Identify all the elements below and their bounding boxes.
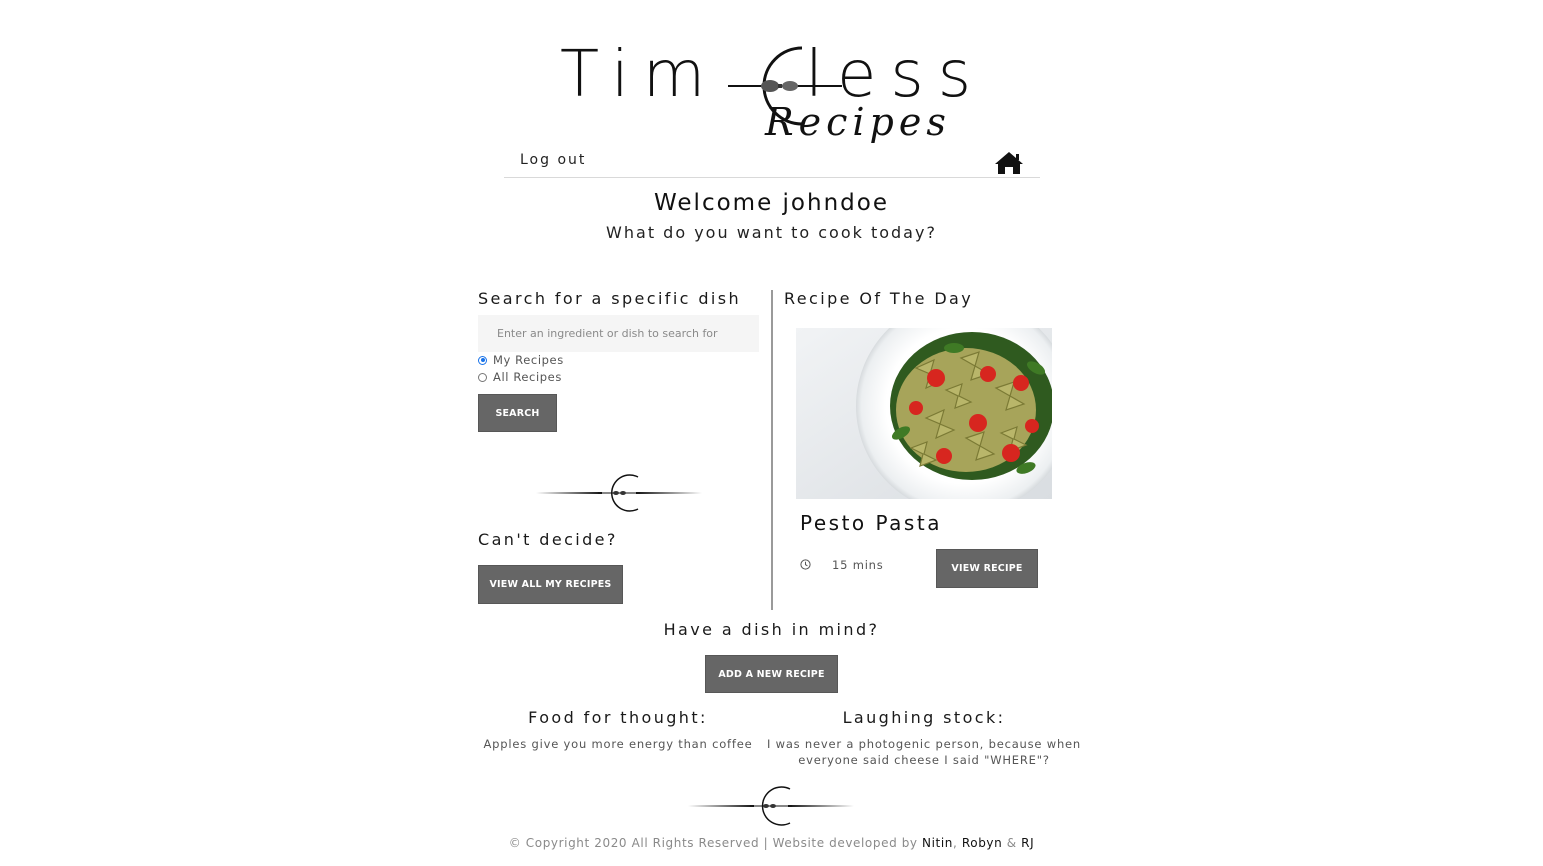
footer-copyright: © Copyright 2020 All Rights Reserved | W… [0,836,1543,850]
food-for-thought-heading: Food for thought: [528,708,708,727]
developer-link-nitin[interactable]: Nitin [922,836,953,850]
recipe-title: Pesto Pasta [800,511,942,535]
footer-comma: , [953,836,958,850]
food-for-thought-text: Apples give you more energy than coffee [483,737,753,751]
recipe-image-pesto-pasta[interactable] [796,328,1052,499]
radio-all-recipes[interactable]: All Recipes [478,370,562,384]
footer-plate-divider-icon [688,786,854,826]
laughing-stock-text: I was never a photogenic person, because… [764,736,1084,768]
cook-time: 15 mins [832,558,884,572]
home-icon[interactable] [994,151,1024,175]
joke-line-2: everyone said cheese I said "WHERE"? [798,753,1050,767]
welcome-heading: Welcome johndoe [654,190,889,216]
column-divider [771,290,773,610]
logo-subtitle: Recipes [765,100,951,144]
view-recipe-button[interactable]: View recipe [936,549,1038,588]
radio-my-recipes[interactable]: My Recipes [478,353,564,367]
developer-link-robyn[interactable]: Robyn [962,836,1002,850]
radio-button[interactable] [478,372,487,382]
welcome-tagline: What do you want to cook today? [606,223,937,242]
search-heading: Search for a specific dish [478,289,742,308]
search-button[interactable]: Search [478,394,557,432]
footer-ampersand: & [1006,836,1017,850]
footer-text: © Copyright 2020 All Rights Reserved | W… [508,836,918,850]
dish-in-mind-heading: Have a dish in mind? [663,620,880,639]
radio-label: My Recipes [493,353,564,367]
plate-divider-icon [536,474,702,512]
recipe-of-the-day-heading: Recipe Of The Day [784,289,974,308]
add-new-recipe-button[interactable]: Add a new recipe [705,655,838,693]
radio-label: All Recipes [493,370,562,384]
view-all-my-recipes-button[interactable]: View all my recipes [478,565,623,604]
search-input[interactable] [478,315,759,352]
joke-line-1: I was never a photogenic person, because… [766,737,1082,751]
top-nav: Log out [504,144,1040,178]
site-logo[interactable]: Tim less Recipes [560,36,990,154]
radio-button-selected[interactable] [478,355,487,365]
developer-link-rj[interactable]: RJ [1021,836,1034,850]
cant-decide-heading: Can't decide? [478,530,618,549]
logout-link[interactable]: Log out [520,152,586,168]
clock-icon [800,559,811,570]
pasta-photo-illustration [796,328,1052,499]
laughing-stock-heading: Laughing stock: [842,708,1006,727]
